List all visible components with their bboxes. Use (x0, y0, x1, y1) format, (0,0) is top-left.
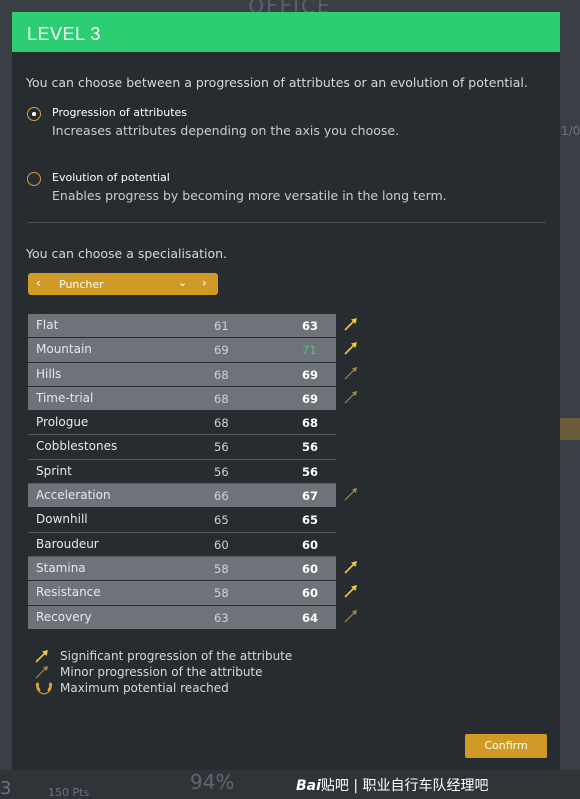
minor-arrow-icon (344, 609, 357, 622)
attribute-current: 69 (214, 343, 229, 358)
attribute-row: Time-trial 68 69 (28, 386, 357, 411)
specialisation-selector[interactable]: ‹ Puncher ⌄ › (28, 273, 218, 295)
attribute-name: Mountain (36, 342, 92, 357)
attribute-current: 58 (214, 586, 229, 601)
minor-arrow-icon (344, 488, 357, 501)
significant-arrow-icon (344, 318, 357, 331)
attribute-potential: 60 (302, 561, 319, 576)
attribute-current: 66 (214, 489, 229, 504)
attribute-current: 68 (214, 391, 229, 406)
attribute-current: 68 (214, 416, 229, 431)
chevron-right-icon[interactable]: › (202, 276, 207, 290)
option-title: Evolution of potential (52, 171, 170, 184)
attribute-potential: 60 (302, 586, 319, 601)
attribute-row: Resistance 58 60 (28, 581, 357, 605)
attribute-name: Hills (36, 366, 62, 381)
attribute-row: Flat 61 63 (28, 314, 357, 338)
attribute-name: Prologue (36, 415, 89, 430)
attribute-current: 61 (214, 319, 229, 333)
attribute-name: Sprint (36, 463, 72, 478)
attribute-name: Flat (36, 318, 59, 332)
attribute-name: Resistance (36, 585, 101, 600)
attribute-current: 56 (214, 440, 229, 455)
radio-button[interactable] (27, 172, 41, 186)
option-progression-of-attributes[interactable]: Progression of attributes Increases attr… (27, 105, 527, 141)
divider (28, 222, 546, 223)
option-description: Increases attributes depending on the ax… (52, 123, 400, 138)
attribute-row: Recovery 63 64 (28, 605, 357, 629)
attribute-potential: 65 (302, 513, 319, 528)
intro-text: You can choose between a progression of … (26, 75, 528, 90)
attribute-current: 65 (214, 513, 229, 528)
attribute-row: Sprint 56 56 (28, 460, 336, 485)
attribute-name: Time-trial (36, 390, 94, 405)
option-title: Progression of attributes (52, 106, 188, 119)
option-evolution-of-potential[interactable]: Evolution of potential Enables progress … (27, 170, 527, 206)
attribute-current: 68 (214, 367, 229, 382)
watermark: Bai贴吧 | 职业自行车队经理吧 (296, 778, 489, 794)
attribute-row: Prologue 68 68 (28, 411, 336, 436)
legend-label: Significant progression of the attribute (60, 649, 293, 663)
attribute-name: Downhill (36, 512, 88, 527)
chevron-down-icon[interactable]: ⌄ (178, 276, 187, 289)
attribute-potential: 63 (302, 319, 319, 333)
attribute-potential: 60 (302, 537, 319, 552)
attribute-name: Recovery (36, 609, 92, 624)
minor-arrow-icon (35, 666, 48, 679)
confirm-button[interactable]: Confirm (465, 734, 547, 758)
attribute-current: 63 (214, 610, 229, 625)
attribute-potential: 69 (302, 367, 319, 382)
attribute-current: 56 (214, 464, 229, 479)
background-number: 3 (0, 778, 12, 799)
significant-arrow-icon (35, 650, 48, 663)
attribute-row: Mountain 69 71 (28, 338, 357, 362)
dialog-header: LEVEL 3 (12, 12, 560, 52)
specialisation-label: You can choose a specialisation. (26, 246, 228, 261)
attributes-table: Flat 61 63 Mountain 69 71 Hills 68 69 Time-trial 6… (28, 314, 357, 630)
attribute-potential: 56 (302, 440, 319, 455)
significant-arrow-icon (344, 585, 357, 598)
specialisation-value: Puncher (59, 278, 104, 291)
background-partial-text: 1/0 (561, 124, 580, 138)
significant-arrow-icon (344, 560, 357, 574)
attribute-potential: 56 (302, 464, 319, 479)
significant-arrow-icon (344, 342, 357, 355)
attribute-row: Hills 68 69 (28, 362, 357, 386)
attribute-current: 60 (214, 537, 229, 552)
attribute-row: Baroudeur 60 60 (28, 533, 336, 557)
attribute-name: Acceleration (36, 488, 111, 503)
attribute-potential: 67 (302, 489, 319, 504)
attribute-row: Downhill 65 65 (28, 508, 336, 533)
background-strip (560, 418, 580, 440)
attribute-name: Baroudeur (36, 536, 99, 551)
level-up-dialog: LEVEL 3 You can choose between a progres… (12, 12, 560, 770)
attribute-potential: 69 (302, 391, 319, 406)
laurel-icon (35, 682, 53, 695)
attribute-row: Acceleration 66 67 (28, 484, 357, 508)
radio-button-selected[interactable] (27, 107, 41, 121)
legend-label: Maximum potential reached (60, 681, 229, 695)
background-points: 150 Pts (48, 786, 90, 799)
attribute-row: Stamina 58 60 (28, 556, 357, 581)
minor-arrow-icon (344, 390, 357, 404)
attribute-potential: 68 (302, 416, 319, 431)
attribute-potential: 71 (302, 343, 317, 358)
background-percent: 94% (190, 770, 235, 794)
attribute-name: Stamina (36, 560, 86, 575)
chevron-left-icon[interactable]: ‹ (36, 276, 41, 290)
attribute-current: 58 (214, 561, 229, 576)
option-description: Enables progress by becoming more versat… (52, 188, 447, 203)
attribute-name: Cobblestones (36, 439, 118, 454)
attribute-row: Cobblestones 56 56 (28, 435, 336, 460)
legend-label: Minor progression of the attribute (60, 665, 263, 679)
attribute-potential: 64 (302, 610, 319, 625)
minor-arrow-icon (344, 366, 357, 380)
